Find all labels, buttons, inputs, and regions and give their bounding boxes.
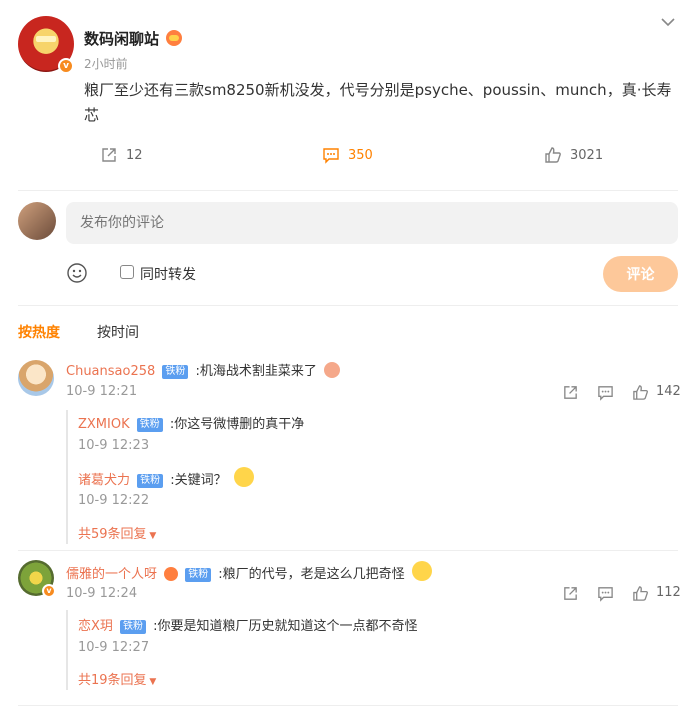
fan-badge: 铁粉	[137, 474, 164, 488]
more-replies-label: 共19条回复	[78, 673, 147, 688]
emoji-icon[interactable]	[66, 262, 88, 284]
comment-line: Chuansao258 铁粉 :机海战术割韭菜来了	[66, 360, 340, 379]
comment-text: :机海战术割韭菜来了	[195, 364, 317, 379]
reply-thread-bar	[66, 610, 68, 690]
repost-checkbox[interactable]	[120, 265, 134, 279]
level-icon	[164, 567, 179, 581]
fan-badge: 铁粉	[120, 620, 146, 634]
reply-time: 10-9 12:27	[78, 640, 150, 655]
verified-badge-icon: v	[58, 58, 74, 74]
caret-down-icon: ▼	[146, 531, 157, 541]
fan-badge: 铁粉	[185, 568, 212, 582]
thumbs-up-icon[interactable]	[632, 384, 649, 401]
post-time[interactable]: 2小时前	[84, 55, 128, 72]
reply-time: 10-9 12:22	[78, 493, 150, 508]
comment-line: 儒雅的一个人呀 铁粉 :粮厂的代号，老是这么几把奇怪	[66, 561, 432, 582]
divider	[18, 305, 678, 306]
share-icon[interactable]	[562, 585, 579, 602]
divider	[18, 550, 678, 551]
comment-button[interactable]: 350	[322, 146, 373, 164]
share-icon[interactable]	[562, 384, 579, 401]
more-replies-label: 共59条回复	[78, 527, 147, 542]
submit-comment-button[interactable]: 评论	[603, 256, 678, 292]
emoji-icon	[323, 362, 340, 378]
reply-thread-bar	[66, 410, 68, 544]
commenter-name[interactable]: 儒雅的一个人呀	[66, 567, 157, 582]
my-avatar[interactable]	[18, 202, 56, 240]
commenter-avatar[interactable]	[18, 360, 54, 396]
chevron-down-icon[interactable]	[660, 14, 676, 30]
author-level-icon	[166, 30, 182, 46]
thumbs-up-icon[interactable]	[632, 585, 649, 602]
share-count: 12	[126, 147, 143, 163]
like-count: 3021	[570, 147, 604, 163]
reply-text: :你这号微博删的真干净	[169, 417, 305, 432]
fan-badge: 铁粉	[136, 418, 163, 432]
divider	[18, 705, 678, 706]
verified-badge-icon: v	[42, 584, 56, 598]
reply-text: :关键词？	[170, 473, 227, 488]
more-replies-link[interactable]: 共59条回复 ▼	[78, 523, 156, 542]
reply-text: :你要是知道粮厂历史就知道这个一点都不奇怪	[153, 619, 418, 634]
comment-count: 350	[348, 147, 373, 163]
reply-line: 恋X玥 铁粉 :你要是知道粮厂历史就知道这个一点都不奇怪	[78, 615, 417, 634]
reply-time: 10-9 12:23	[78, 438, 150, 453]
more-replies-link[interactable]: 共19条回复 ▼	[78, 669, 156, 688]
replier-name[interactable]: ZXMIOK	[78, 417, 130, 432]
repost-label: 同时转发	[140, 267, 196, 283]
comment-icon[interactable]	[597, 384, 614, 401]
post-actions: 12 350 3021	[0, 146, 696, 172]
commenter-name[interactable]: Chuansao258	[66, 364, 155, 379]
post-content: 粮厂至少还有三款sm8250新机没发，代号分别是psyche、poussin、m…	[84, 81, 672, 124]
comment-time: 10-9 12:24	[66, 586, 138, 601]
reply-line: ZXMIOK 铁粉 :你这号微博删的真干净	[78, 413, 304, 432]
comment-text: :粮厂的代号，老是这么几把奇怪	[218, 567, 405, 582]
comment-actions: 142	[562, 384, 682, 402]
comment-icon[interactable]	[597, 585, 614, 602]
author-name[interactable]: 数码闲聊站	[84, 28, 159, 49]
grin-emoji-icon	[233, 467, 254, 487]
replier-name[interactable]: 恋X玥	[78, 619, 113, 634]
comment-input[interactable]	[66, 202, 678, 244]
sort-by-time-tab[interactable]: 按时间	[97, 322, 139, 342]
reply-line: 诸葛犬力 铁粉 :关键词？	[78, 467, 254, 488]
sort-by-hot-tab[interactable]: 按热度	[18, 322, 60, 342]
share-icon	[102, 148, 116, 162]
caret-down-icon: ▼	[146, 677, 157, 687]
comment-time: 10-9 12:21	[66, 384, 138, 399]
replier-name[interactable]: 诸葛犬力	[78, 473, 130, 488]
laugh-cry-emoji-icon	[411, 561, 432, 581]
like-button[interactable]: 3021	[544, 146, 603, 164]
comment-like-count: 112	[656, 585, 681, 600]
share-button[interactable]: 12	[100, 146, 143, 164]
divider	[18, 190, 678, 191]
comment-like-count: 142	[656, 384, 681, 399]
comment-actions: 112	[562, 585, 682, 603]
thumbs-up-icon	[545, 147, 561, 163]
fan-badge: 铁粉	[162, 365, 189, 379]
comment-icon	[323, 148, 339, 164]
